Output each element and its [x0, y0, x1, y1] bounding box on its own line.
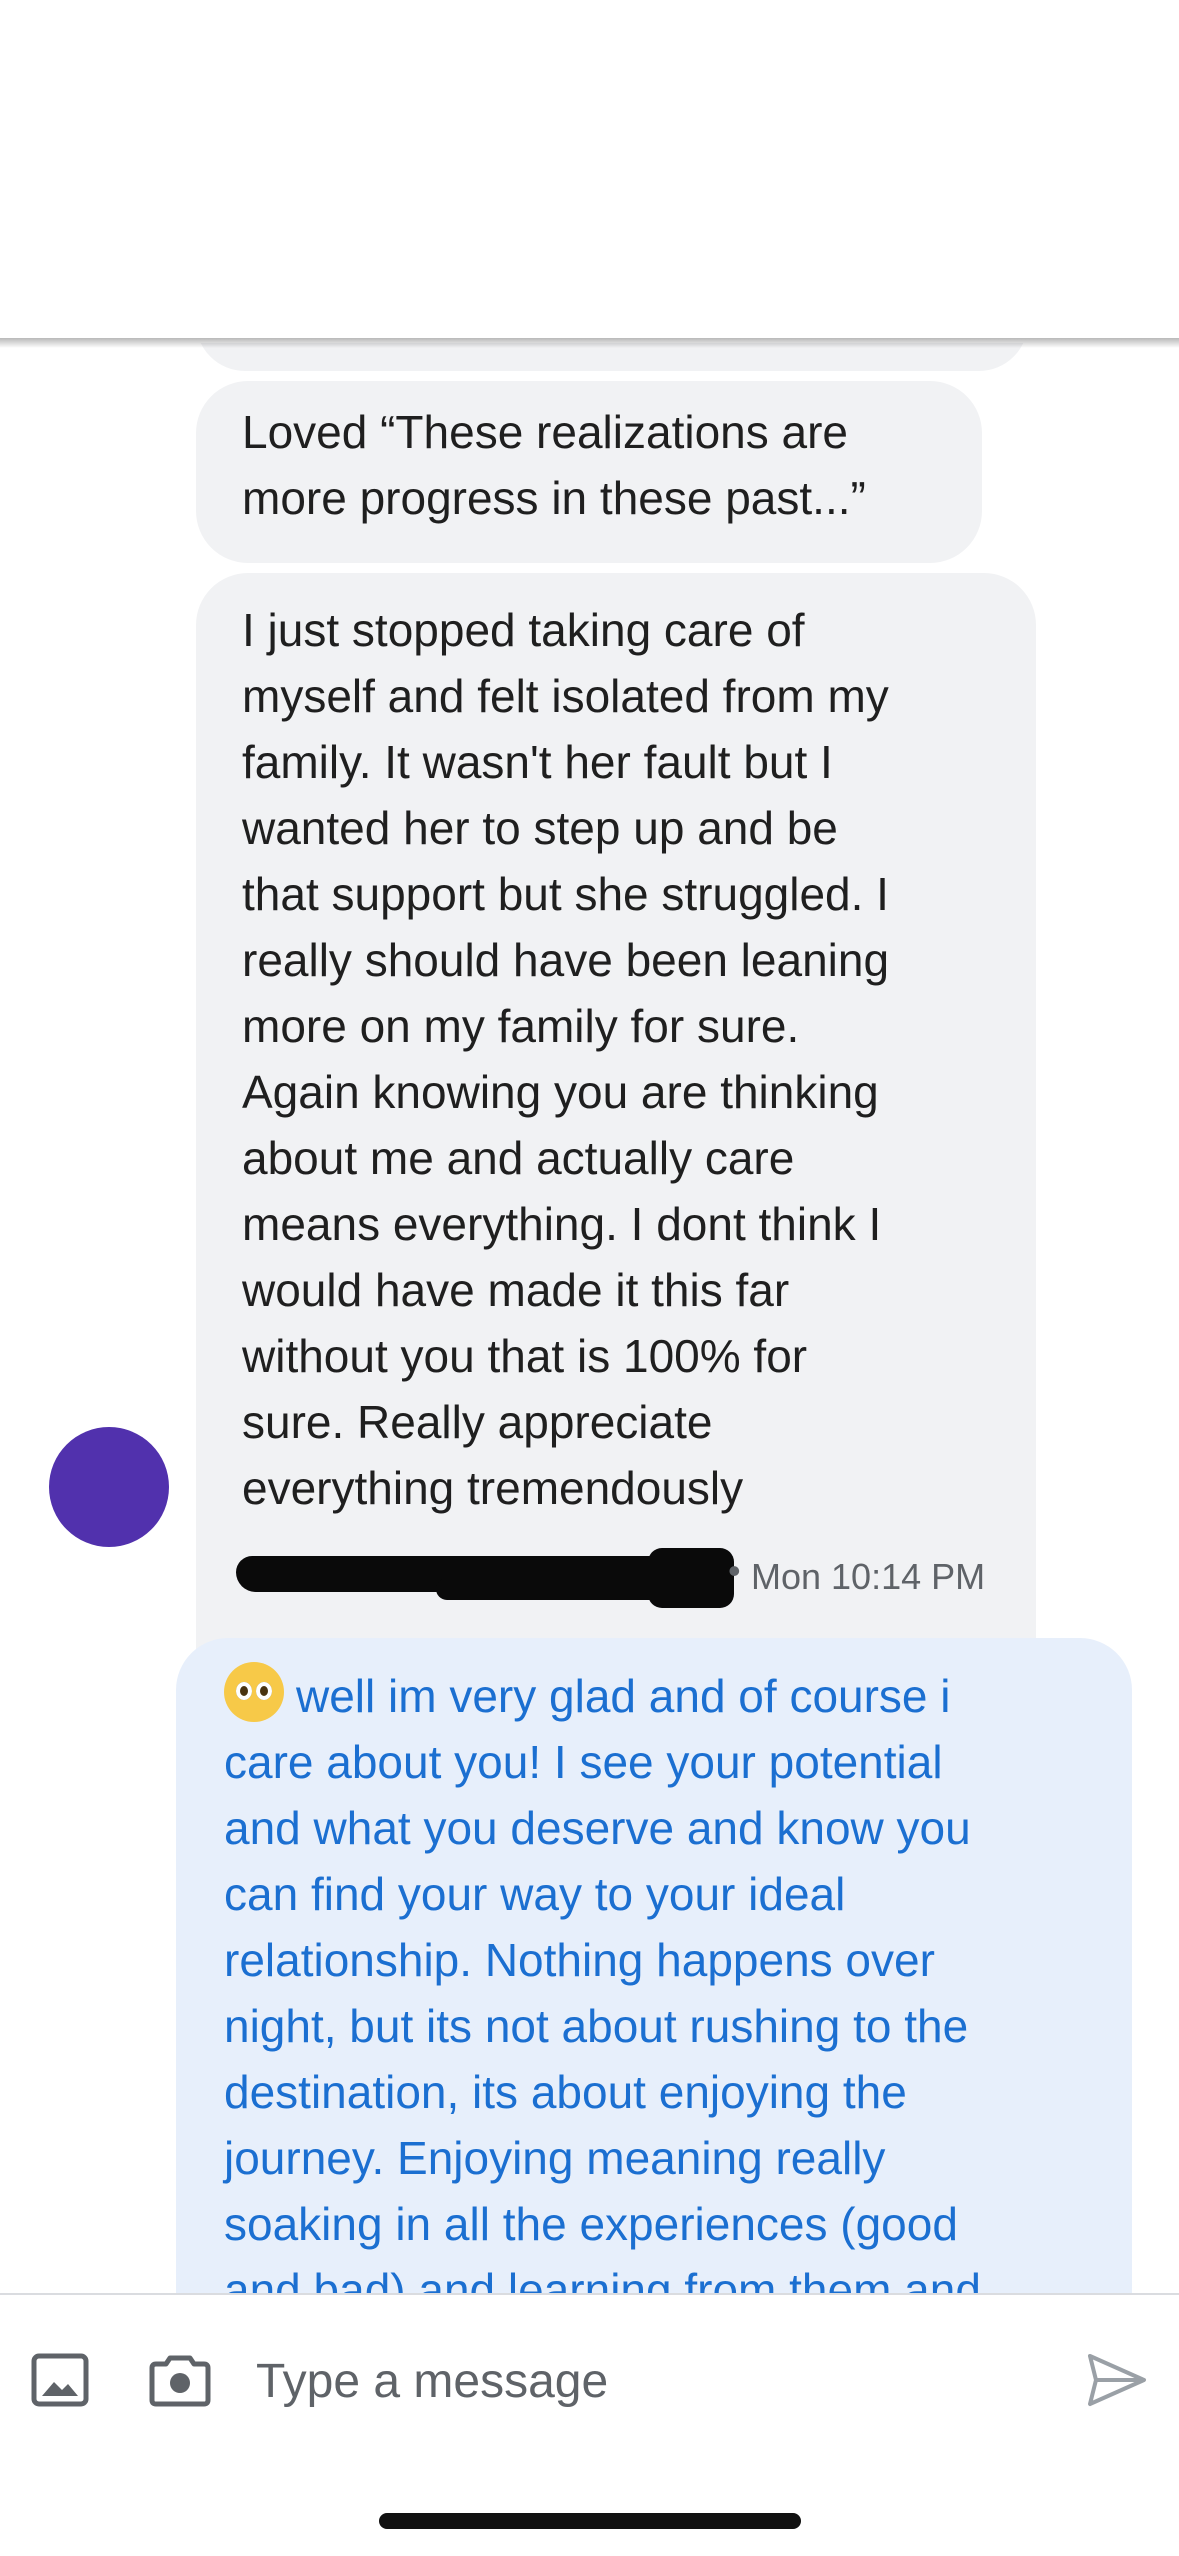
redacted-sender-name-end [648, 1548, 734, 1608]
message-timestamp: Mon 10:14 PM [751, 1556, 986, 1597]
outgoing-message-bubble[interactable]: well im very glad and of course i care a… [176, 1638, 1132, 2293]
message-input[interactable] [256, 2341, 1016, 2421]
meta-separator: • [728, 1550, 741, 1591]
send-icon[interactable] [1084, 2350, 1148, 2410]
conversation-thread[interactable]: you. And sounds like your t... Loved “Th… [0, 343, 1179, 2293]
top-header-area [0, 0, 1179, 343]
pleading-face-emoji-icon [224, 1662, 284, 1722]
outgoing-message-text: well im very glad and of course i care a… [224, 1670, 981, 2293]
compose-bar [0, 2293, 1179, 2475]
message-meta: • Mon 10:14 PM [236, 1548, 1036, 1608]
camera-icon[interactable] [148, 2350, 212, 2410]
home-indicator[interactable] [379, 2513, 801, 2529]
sender-avatar[interactable] [49, 1427, 169, 1547]
reaction-message-bubble[interactable]: Loved “These realizations are more progr… [196, 381, 982, 563]
header-divider [0, 338, 1179, 348]
gallery-icon[interactable] [30, 2350, 90, 2410]
